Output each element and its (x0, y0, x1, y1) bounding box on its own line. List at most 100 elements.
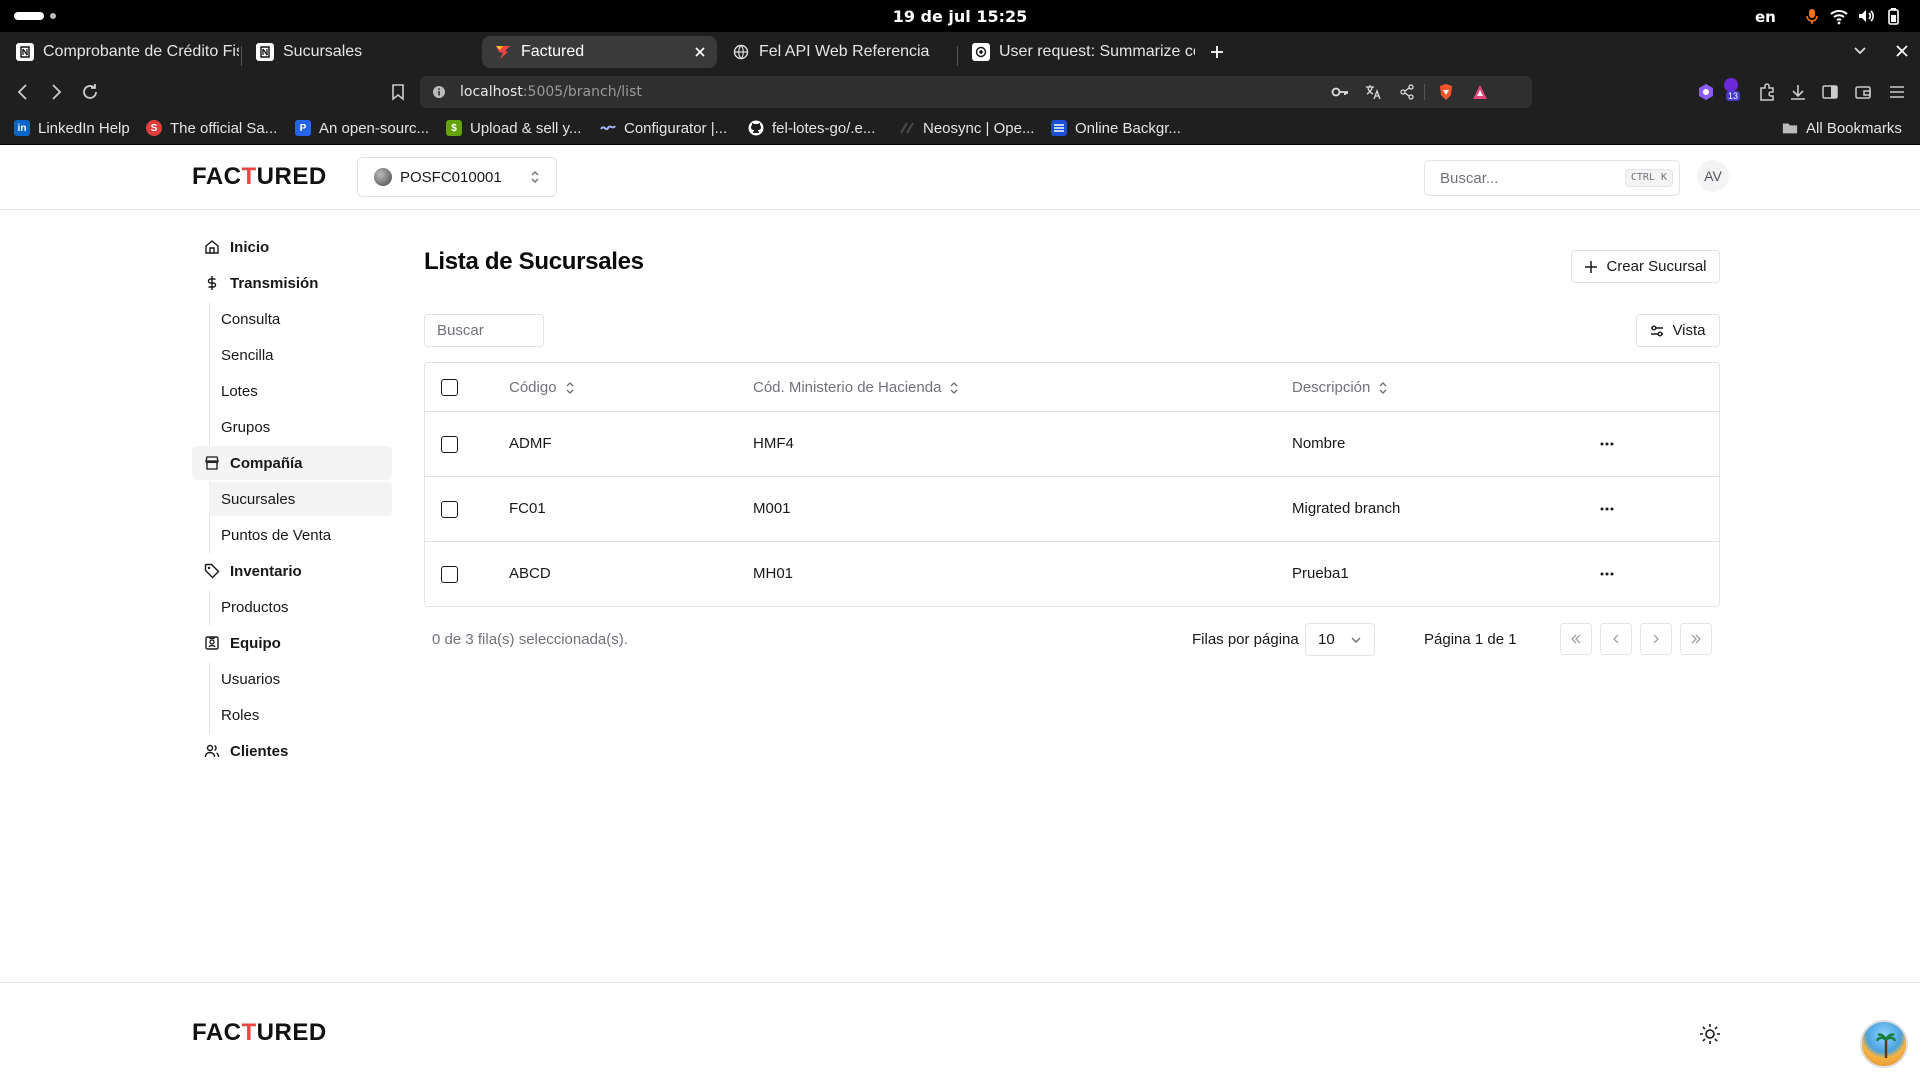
sidebar-item-consulta[interactable]: Consulta (209, 302, 392, 336)
sidebar-item-roles[interactable]: Roles (209, 698, 392, 732)
factured-footer-logo[interactable]: FACTURED (192, 1019, 327, 1047)
all-bookmarks[interactable]: All Bookmarks (1782, 118, 1902, 138)
new-tab-icon[interactable] (1205, 40, 1229, 64)
sidebar-item-lotes[interactable]: Lotes (209, 374, 392, 408)
sidebar-item-sencilla[interactable]: Sencilla (209, 338, 392, 372)
table-filter[interactable] (424, 314, 544, 347)
sidebar-item-sucursales[interactable]: Sucursales (209, 482, 392, 516)
bookmark-item[interactable]: in LinkedIn Help (14, 118, 130, 138)
key-icon[interactable] (1331, 84, 1349, 100)
rows-per-page-label: Filas por página (1192, 631, 1299, 648)
bookmark-item[interactable]: Online Backgr... (1051, 118, 1181, 138)
previous-page-button[interactable] (1600, 623, 1632, 655)
sidebar-toggle-icon[interactable] (1820, 82, 1840, 102)
factured-favicon-icon (494, 43, 512, 61)
neosync-icon (899, 120, 915, 136)
next-page-button[interactable] (1640, 623, 1672, 655)
cell-cod-mh: M001 (753, 500, 791, 517)
sidebar-item-usuarios[interactable]: Usuarios (209, 662, 392, 696)
browser-tab[interactable]: User request: Summarize con (960, 36, 1195, 68)
row-actions-icon[interactable] (1595, 434, 1619, 454)
browser-tab[interactable]: Comprobante de Crédito Fisc (4, 36, 239, 68)
rows-per-page-select[interactable]: 10 (1305, 623, 1375, 656)
reload-icon[interactable] (80, 82, 100, 102)
extensions-puzzle-icon[interactable] (1757, 82, 1777, 102)
dock-app-icon[interactable] (1860, 1020, 1908, 1068)
brave-shields-icon[interactable] (1438, 83, 1454, 101)
first-page-button[interactable] (1560, 623, 1592, 655)
wifi-icon[interactable] (1830, 7, 1848, 25)
sidebar-item-productos[interactable]: Productos (209, 590, 392, 624)
column-header-codigo[interactable]: Código (509, 379, 575, 396)
column-header-cod-mh[interactable]: Cód. Ministerio de Hacienda (753, 379, 959, 396)
table-row[interactable]: ADMF HMF4 Nombre (425, 412, 1719, 477)
column-header-descripcion[interactable]: Descripción (1292, 379, 1388, 396)
factured-logo[interactable]: FACTURED (192, 163, 327, 191)
close-window-icon[interactable] (1896, 45, 1908, 57)
volume-icon[interactable] (1857, 7, 1875, 25)
site-info-icon[interactable] (432, 85, 446, 99)
sidebar-item-puntos-de-venta[interactable]: Puntos de Venta (209, 518, 392, 552)
url-text[interactable]: localhost:5005/branch/list (460, 84, 642, 100)
select-all-checkbox[interactable] (441, 379, 458, 396)
sidebar-item-equipo[interactable]: Equipo (192, 626, 392, 660)
sidebar-item-clientes[interactable]: Clientes (192, 734, 392, 768)
brave-rewards-icon[interactable] (1472, 84, 1488, 100)
row-checkbox[interactable] (441, 566, 458, 583)
filter-input[interactable] (425, 315, 543, 346)
bookmark-item[interactable]: fel-lotes-go/.e... (748, 118, 875, 138)
github-icon (748, 120, 764, 136)
bookmark-item[interactable]: P An open-sourc... (295, 118, 429, 138)
tab-title: User request: Summarize con (999, 43, 1195, 60)
row-checkbox[interactable] (441, 436, 458, 453)
tab-list-chevron-icon[interactable] (1853, 46, 1867, 56)
bookmark-item[interactable]: $ Upload & sell y... (446, 118, 581, 138)
app-footer: FACTURED (0, 982, 1920, 1080)
bookmark-item[interactable]: Neosync | Ope... (899, 118, 1034, 138)
menu-icon[interactable] (1887, 82, 1907, 102)
sidebar-item-compania[interactable]: Compañía (192, 446, 392, 480)
share-icon[interactable] (1399, 84, 1415, 100)
wallet-icon[interactable] (1853, 82, 1873, 102)
download-icon[interactable] (1788, 82, 1808, 102)
browser-tab[interactable]: Fel API Web Referencia (720, 36, 955, 68)
user-avatar[interactable]: AV (1697, 160, 1729, 192)
bookmark-item[interactable]: Configurator |... (600, 118, 727, 138)
store-icon (205, 456, 219, 470)
last-page-button[interactable] (1680, 623, 1712, 655)
row-actions-icon[interactable] (1595, 499, 1619, 519)
bookmark-item[interactable]: S The official Sa... (146, 118, 277, 138)
sidebar-item-inicio[interactable]: Inicio (192, 230, 392, 264)
sidebar-item-transmision[interactable]: Transmisión (192, 266, 392, 300)
bookmark-icon[interactable] (388, 82, 408, 102)
table-row[interactable]: ABCD MH01 Prueba1 (425, 542, 1719, 607)
browser-tab[interactable]: Sucursales (244, 36, 479, 68)
keyboard-language[interactable]: en (1755, 8, 1776, 26)
selection-count: 0 de 3 fila(s) seleccionada(s). (432, 631, 628, 648)
back-icon[interactable] (13, 82, 33, 102)
global-search[interactable]: CTRL K (1424, 160, 1680, 196)
extension-leo-icon[interactable] (1696, 82, 1716, 102)
row-checkbox[interactable] (441, 501, 458, 518)
search-input[interactable] (1425, 161, 1615, 195)
sidebar-item-inventario[interactable]: Inventario (192, 554, 392, 588)
translate-icon[interactable] (1365, 84, 1381, 100)
microphone-icon[interactable] (1803, 7, 1821, 25)
table-row[interactable]: FC01 M001 Migrated branch (425, 477, 1719, 542)
battery-icon[interactable] (1884, 7, 1902, 25)
row-actions-icon[interactable] (1595, 564, 1619, 584)
theme-toggle-sun-icon[interactable] (1699, 1023, 1721, 1045)
close-tab-icon[interactable] (689, 41, 711, 63)
table-header: Código Cód. Ministerio de Hacienda Descr… (425, 363, 1719, 412)
pos-switcher[interactable]: POSFC010001 (357, 157, 557, 197)
extension-badge-icon[interactable]: 13 (1722, 78, 1742, 102)
sidebar-item-grupos[interactable]: Grupos (209, 410, 392, 444)
cell-descripcion: Migrated branch (1292, 500, 1401, 517)
create-branch-button[interactable]: Crear Sucursal (1571, 250, 1720, 283)
forward-icon[interactable] (46, 82, 66, 102)
clock[interactable]: 19 de jul 15:25 (0, 7, 1920, 26)
view-options-button[interactable]: Vista (1636, 314, 1720, 347)
address-bar[interactable]: localhost:5005/branch/list (420, 76, 1532, 108)
browser-tab-active[interactable]: Factured (482, 36, 717, 68)
table-pagination: 0 de 3 fila(s) seleccionada(s). Filas po… (424, 623, 1720, 657)
